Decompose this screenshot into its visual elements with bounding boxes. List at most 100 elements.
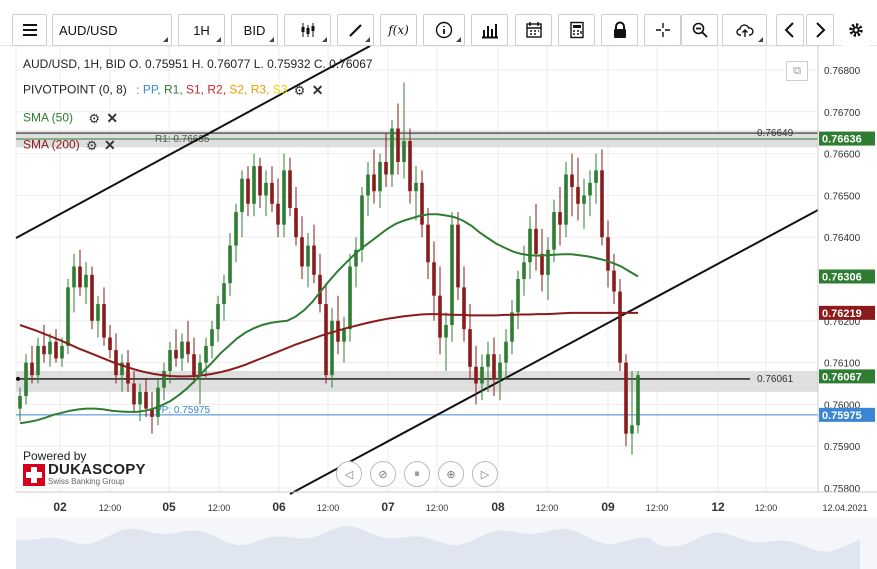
candle-body [72,266,76,288]
zoom-in-button[interactable]: ⊕ [438,461,464,487]
zoom-icon [692,22,708,38]
sma200-legend: SMA (200) ⚙ ✕ [23,137,116,154]
candle-body [420,182,424,225]
x-tick-label: 12:00 [317,503,340,513]
candle-body [462,287,466,330]
swiss-cross-icon [23,463,45,486]
cloud-save-button[interactable] [722,14,767,46]
candle-body [36,345,40,376]
x-tick-label: 02 [53,500,67,514]
candle-body [594,170,598,183]
timeframe-selector[interactable]: 1H [178,14,225,46]
candle-body [270,182,274,204]
candle-body [228,245,232,284]
pivot-legend: PIVOTPOINT (0, 8) : PP, R1, S1, R2, S2, … [23,82,324,99]
calculator-button[interactable] [558,14,595,46]
prev-button[interactable] [776,14,804,46]
candle-type-button[interactable] [284,14,331,46]
settings-button[interactable] [842,14,870,46]
candle-body [162,370,166,388]
crosshair-button[interactable] [644,14,681,46]
pivot-legend-item: R3, [250,82,273,97]
r1-level-label: R1: 0.76635 [155,134,210,145]
candle-body [84,274,88,288]
next-button[interactable] [806,14,834,46]
price-side-selector[interactable]: BID [231,14,278,46]
x-tick-label: 05 [162,500,176,514]
candle-body [390,128,394,175]
candle-body [216,304,220,330]
candle-body [342,329,346,342]
candle-body [168,350,172,371]
draw-pencil-icon [348,24,362,37]
candle-body [552,212,556,250]
x-tick-label: 12:00 [755,503,778,513]
indicators-button[interactable]: f(x) [380,14,417,46]
sma200-remove-close-icon[interactable]: ✕ [104,137,116,154]
calendar-button[interactable] [515,14,552,46]
info-button[interactable] [423,14,465,46]
pivot-legend-item: S3 [272,82,291,97]
sma50-legend: SMA (50) ⚙ ✕ [23,110,118,127]
zoom-button[interactable] [681,14,718,46]
candle-body [174,350,178,359]
candle-body [324,304,328,376]
volume-button[interactable] [471,14,508,46]
draw-button[interactable] [337,14,374,46]
candle-body [450,224,454,325]
logo-subtitle: Swiss Banking Group [48,477,125,486]
price-chart[interactable]: R1: 0.76635 0.76649 0.76061 PP: 0.75975 0.76… [0,46,877,569]
y-tick-label: 0.75800 [824,484,861,495]
hamburger-menu-button[interactable] [12,14,47,46]
back-button[interactable]: ⊘ [370,461,396,487]
x-tick-label: 12.04.2021 [822,503,867,513]
next-arrow-icon [816,22,826,38]
pivot-remove-close-icon[interactable]: ✕ [312,82,324,99]
crosshair-icon [655,23,670,37]
pivot-legend-label: PIVOTPOINT (0, 8) [23,82,127,97]
y-tick-label: 0.76800 [824,66,861,77]
candle-body [234,212,238,246]
candle-body [186,341,190,355]
hamburger-menu-icon [22,24,37,36]
pivot-legend-item: R1, [163,82,186,97]
candle-body [486,354,490,367]
x-tick-label: 12:00 [208,503,231,513]
sma50-settings-gear-icon[interactable]: ⚙ [88,111,100,127]
instrument-selector[interactable]: AUD/USD [52,14,172,46]
candle-body [618,291,622,363]
pause-button[interactable]: ⏸ [404,461,430,487]
candle-body [264,182,268,196]
x-tick-label: 07 [381,500,395,514]
candle-body [42,345,46,355]
y-tick-label: 0.76100 [824,359,861,370]
sma50-remove-close-icon[interactable]: ✕ [106,110,118,127]
candle-body [480,366,484,384]
hline-lower-anchor [16,376,20,381]
pivot-legend-item: PP, [142,82,164,97]
candle-body [144,391,148,409]
rewind-icon: ◁ [344,468,354,481]
x-tick-label: 12:00 [646,503,669,513]
sma200-settings-gear-icon[interactable]: ⚙ [86,138,98,154]
rewind-button[interactable]: ◁ [336,461,362,487]
pivot-legend-items: PP, R1, S1, R2, S2, R3, S3 [143,83,291,97]
candle-body [606,237,610,271]
candle-body [78,266,82,288]
candle-body [138,391,142,405]
info-icon [435,21,453,39]
lock-button[interactable] [601,14,638,46]
candle-body [180,341,184,359]
candle-body [384,161,388,175]
pp-level-label: PP: 0.75975 [155,405,210,416]
candle-body [564,174,568,225]
candle-body [306,245,310,267]
play-button[interactable]: ▷ [472,461,498,487]
price-side-label: BID [243,22,266,38]
candle-body [558,212,562,225]
pivot-settings-gear-icon[interactable]: ⚙ [294,83,306,99]
candle-body [18,396,22,409]
candle-body [636,375,640,426]
popout-window-button[interactable]: ⧉ [786,61,808,81]
lock-icon [613,21,626,38]
